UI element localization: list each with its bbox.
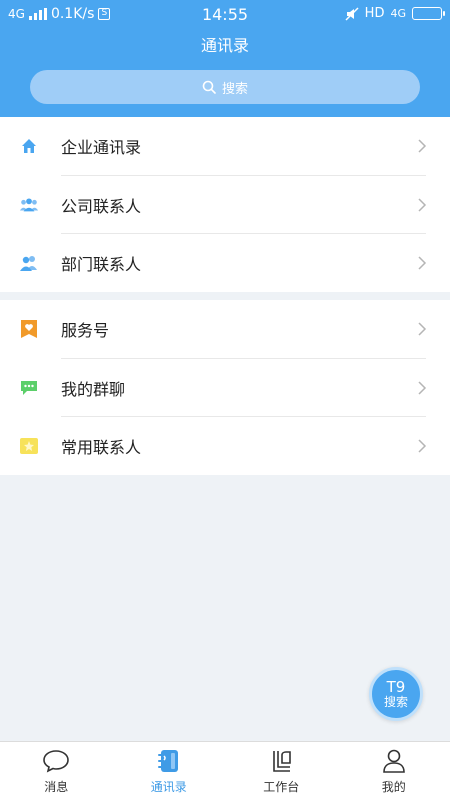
nav-label: 我的 <box>381 780 406 794</box>
workbench-icon <box>267 748 295 774</box>
nav-item-messages[interactable]: 消息 <box>0 742 113 800</box>
list-item-enterprise-directory[interactable]: 企业通讯录 <box>0 117 450 176</box>
list-item-label: 企业通讯录 <box>61 138 142 158</box>
star-contact-icon <box>19 436 39 456</box>
t9-search-button[interactable]: T9 搜索 <box>369 667 423 721</box>
battery-icon <box>412 7 445 20</box>
people-icon <box>19 253 39 273</box>
mute-icon <box>345 6 359 21</box>
nav-label: 通讯录 <box>150 780 187 794</box>
list-item-service-account[interactable]: 服务号 <box>0 300 450 359</box>
search-icon <box>202 80 216 94</box>
chevron-right-icon <box>418 322 427 336</box>
chat-bubble-icon <box>19 378 39 398</box>
service-heart-icon <box>19 319 39 339</box>
page-title: 通讯录 <box>200 36 249 55</box>
contacts-book-icon <box>155 748 183 774</box>
status-bar: 4G 0.1K/s S 14:55 HD 4G <box>0 0 450 30</box>
nav-item-workbench[interactable]: 工作台 <box>225 742 338 800</box>
search-bar[interactable]: 搜索 <box>30 70 420 104</box>
chevron-right-icon <box>418 439 427 453</box>
nav-item-me[interactable]: 我的 <box>338 742 450 800</box>
chevron-right-icon <box>418 381 427 395</box>
t9-search-label: 搜索 <box>383 695 408 709</box>
bottom-nav: 消息 通讯录 工作台 我的 <box>0 741 450 800</box>
list-item-department-contacts[interactable]: 部门联系人 <box>0 234 450 293</box>
list-item-label: 服务号 <box>61 321 110 341</box>
contacts-section-2: 服务号 我的群聊 常用联系人 <box>0 300 450 475</box>
list-item-company-contacts[interactable]: 公司联系人 <box>0 176 450 234</box>
list-item-label: 常用联系人 <box>61 438 142 458</box>
chevron-right-icon <box>418 198 427 212</box>
status-right: HD 4G <box>345 6 445 21</box>
list-item-label: 我的群聊 <box>61 379 126 399</box>
header: 4G 0.1K/s S 14:55 HD 4G 通讯录 搜索 <box>0 0 450 117</box>
list-item-label: 公司联系人 <box>61 196 142 216</box>
network-type-right: 4G <box>390 7 406 20</box>
list-item-frequent-contacts[interactable]: 常用联系人 <box>0 417 450 476</box>
nav-label: 工作台 <box>263 780 300 794</box>
nav-item-contacts[interactable]: 通讯录 <box>113 742 226 800</box>
nav-label: 消息 <box>44 780 69 794</box>
profile-icon <box>380 748 408 774</box>
group-icon <box>19 195 39 215</box>
chevron-right-icon <box>418 139 427 153</box>
hd-label: HD <box>364 6 385 21</box>
t9-label: T9 <box>386 678 406 696</box>
chevron-right-icon <box>418 256 427 270</box>
list-item-label: 部门联系人 <box>61 255 142 275</box>
home-icon <box>19 136 39 156</box>
message-icon <box>42 748 70 774</box>
contacts-section-1: 企业通讯录 公司联系人 部门联系人 <box>0 117 450 292</box>
list-item-my-group-chats[interactable]: 我的群聊 <box>0 359 450 417</box>
search-placeholder: 搜索 <box>221 81 248 97</box>
